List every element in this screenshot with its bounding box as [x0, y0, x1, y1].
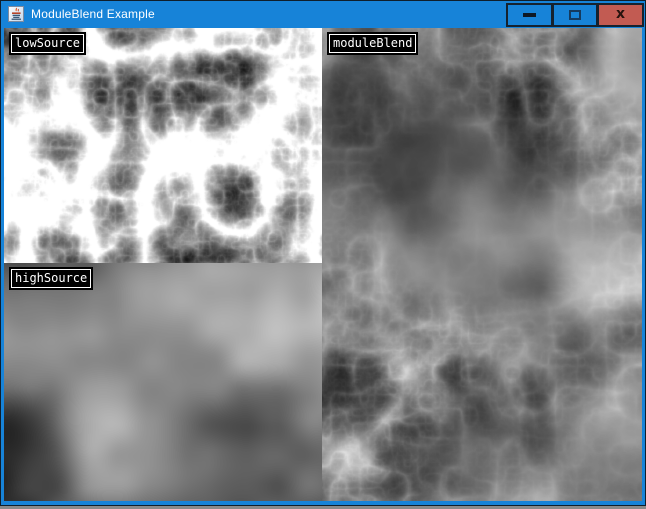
moduleblend-panel: moduleBlend [322, 28, 642, 501]
lowsource-label: lowSource [11, 34, 84, 53]
lowsource-texture-canvas [4, 28, 322, 263]
moduleblend-label: moduleBlend [329, 34, 416, 53]
titlebar[interactable]: ModuleBlend Example x [1, 1, 645, 28]
highsource-panel: highSource [4, 263, 322, 501]
highsource-label: highSource [11, 269, 91, 288]
java-coffee-cup-icon[interactable] [8, 6, 25, 23]
minimize-dash-icon [523, 13, 536, 17]
close-button[interactable]: x [597, 3, 644, 27]
maximize-button[interactable] [552, 3, 598, 27]
window-controls: x [506, 3, 644, 27]
lowsource-panel: lowSource [4, 28, 322, 263]
window-title: ModuleBlend Example [31, 1, 155, 28]
moduleblend-texture-canvas [322, 28, 642, 501]
highsource-texture-canvas [4, 263, 322, 501]
client-area: lowSource moduleBlend highSource [1, 28, 645, 505]
minimize-button[interactable] [506, 3, 553, 27]
app-window: ModuleBlend Example x lowSource moduleBl… [0, 0, 646, 506]
maximize-square-icon [569, 10, 581, 20]
close-x-icon: x [616, 7, 625, 21]
